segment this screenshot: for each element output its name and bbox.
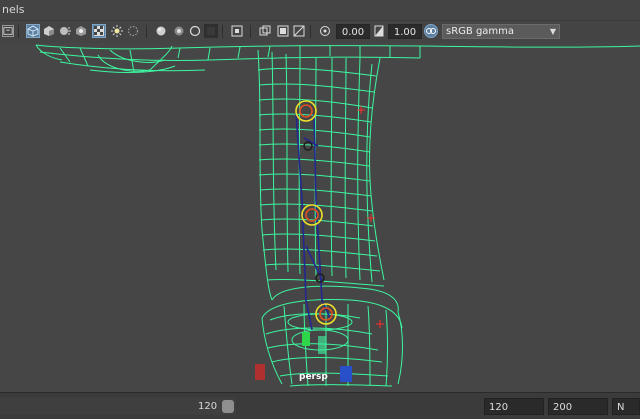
xray-icon[interactable] (154, 24, 168, 38)
current-frame-value: 120 (198, 401, 218, 412)
backface-icon[interactable] (188, 24, 202, 38)
toolbar-separator (310, 25, 311, 38)
lights-icon[interactable] (74, 24, 88, 38)
color-space-dropdown[interactable]: sRGB gamma ▼ (442, 24, 560, 39)
menu-bar: nels (0, 0, 640, 20)
toolbar-separator (18, 25, 19, 38)
panels-menu[interactable]: nels (2, 3, 25, 16)
3d-viewport[interactable]: persp (0, 43, 640, 392)
time-slider-handle[interactable] (222, 400, 234, 413)
time-slider-bar: 120 120 200 N (0, 392, 640, 419)
wireframe-mesh[interactable] (0, 43, 640, 392)
field-chart-icon[interactable] (292, 24, 306, 38)
end-time-field[interactable]: 120 (484, 398, 544, 415)
color-management-icon[interactable] (424, 24, 438, 38)
toolbar-separator (250, 25, 251, 38)
gamma-icon[interactable] (372, 24, 386, 38)
grid-icon[interactable] (204, 24, 218, 38)
gate-mask-icon[interactable] (276, 24, 290, 38)
wireframe-icon[interactable] (26, 24, 40, 38)
exposure-field[interactable]: 0.00 (336, 24, 370, 39)
toolbar-separator (222, 25, 223, 38)
exposure-icon[interactable] (318, 24, 332, 38)
color-space-value: sRGB gamma (446, 26, 515, 37)
anim-end-field[interactable]: 200 (548, 398, 608, 415)
image-plane-icon[interactable] (2, 25, 14, 37)
toolbar-separator (146, 25, 147, 38)
chevron-down-icon: ▼ (549, 27, 556, 36)
textured-icon[interactable] (58, 24, 72, 38)
viewport-toolbar: 0.00 1.00 sRGB gamma ▼ (0, 20, 640, 44)
camera-name-label: persp (299, 372, 328, 382)
xray-joints-icon[interactable] (172, 24, 186, 38)
shadows-icon[interactable] (92, 24, 106, 38)
smooth-shade-icon[interactable] (42, 24, 56, 38)
resolution-gate-icon[interactable] (258, 24, 272, 38)
film-gate-icon[interactable] (230, 24, 244, 38)
gamma-field[interactable]: 1.00 (388, 24, 422, 39)
isolate-icon[interactable] (126, 24, 140, 38)
anim-extra-field[interactable]: N (612, 398, 640, 415)
ambient-occlusion-icon[interactable] (110, 24, 124, 38)
